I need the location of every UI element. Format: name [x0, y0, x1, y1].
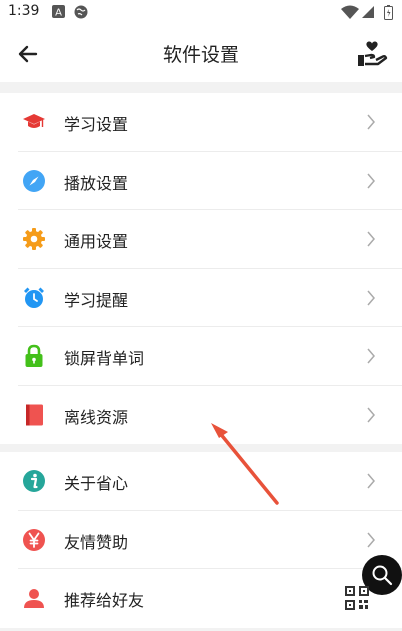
chevron-right-icon [367, 473, 375, 489]
lock-icon [25, 344, 43, 367]
globe-icon [74, 5, 88, 19]
chevron-right-icon [367, 348, 375, 364]
settings-item-study[interactable]: 学习设置 [0, 93, 402, 152]
search-icon [372, 565, 393, 586]
graduation-cap-icon [23, 114, 45, 128]
settings-item-label: 学习设置 [64, 115, 129, 134]
settings-item-offline[interactable]: 离线资源 [0, 386, 402, 445]
page-title: 软件设置 [162, 44, 239, 66]
svg-text:A: A [55, 8, 62, 19]
info-icon [23, 470, 45, 492]
settings-item-playback[interactable]: 播放设置 [0, 152, 402, 210]
chevron-right-icon [367, 173, 375, 188]
settings-item-general[interactable]: 通用设置 [0, 210, 402, 269]
chevron-right-icon [367, 231, 375, 247]
settings-item-label: 离线资源 [64, 407, 129, 427]
alarm-clock-icon [24, 287, 44, 308]
settings-item-reminder[interactable]: 学习提醒 [0, 269, 402, 327]
settings-item-label: 播放设置 [64, 173, 129, 193]
settings-item-label: 友情赞助 [64, 532, 129, 552]
chevron-right-icon [367, 532, 375, 547]
settings-item-lockscreen[interactable]: 锁屏背单词 [0, 327, 402, 386]
a-box-icon: A [52, 5, 65, 18]
settings-item-label: 推荐给好友 [64, 591, 145, 610]
compass-icon [23, 169, 45, 192]
settings-item-label: 通用设置 [64, 232, 129, 251]
chevron-right-icon [367, 290, 375, 305]
status-bar: 1:39 A [0, 0, 402, 24]
settings-item-label: 锁屏背单词 [64, 349, 145, 368]
battery-icon [384, 5, 393, 20]
settings-item-about[interactable]: 关于省心 [0, 452, 402, 511]
hand-heart-icon[interactable] [356, 38, 388, 70]
settings-group-main: 学习设置 播放设置 通用设置 学习提醒 锁屏背单词 离线资源 [0, 93, 402, 444]
settings-item-recommend[interactable]: 推荐给好友 [0, 569, 402, 628]
settings-item-label: 关于省心 [64, 474, 129, 493]
status-time: 1:39 [8, 3, 40, 19]
chevron-right-icon [367, 114, 375, 130]
qr-code-icon[interactable] [345, 586, 369, 610]
signal-icon [362, 6, 374, 18]
gear-icon [23, 228, 45, 250]
settings-item-sponsor[interactable]: 友情赞助 [0, 511, 402, 569]
settings-item-label: 学习提醒 [64, 290, 129, 310]
chevron-right-icon [367, 407, 375, 422]
person-icon [24, 589, 44, 608]
wifi-icon [341, 5, 359, 19]
app-bar: 软件设置 [0, 24, 402, 82]
settings-group-about: 关于省心 友情赞助 推荐给好友 [0, 452, 402, 628]
book-icon [26, 404, 43, 425]
yen-icon [23, 528, 45, 551]
